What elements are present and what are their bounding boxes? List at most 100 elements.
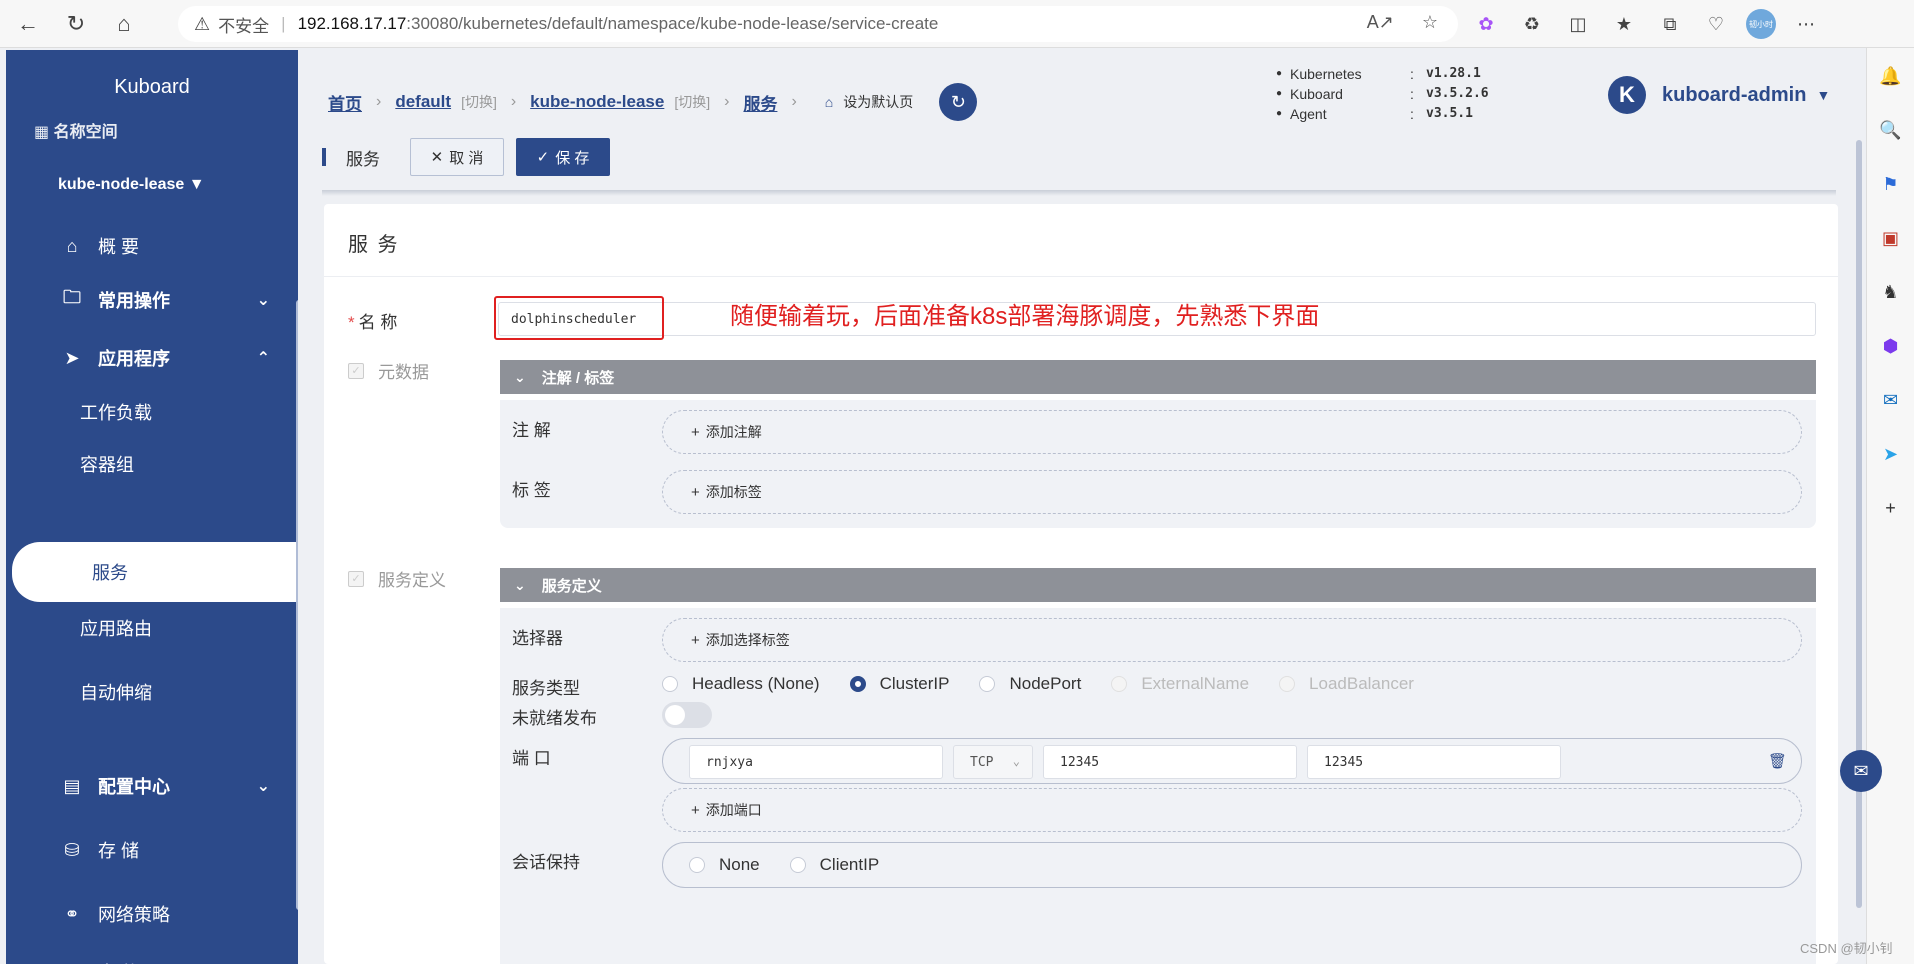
favorites-icon[interactable]: ★ (1608, 8, 1640, 40)
send-icon[interactable]: ➤ (1877, 440, 1905, 468)
plus-icon: + (691, 423, 700, 441)
port-name-input[interactable]: rnjxya (689, 745, 943, 779)
chess-icon[interactable]: ♞ (1877, 278, 1905, 306)
service-form-card: 服 务 * 名 称 dolphinscheduler 随便输着玩，后面准备k8s部… (324, 204, 1838, 964)
avatar: K (1608, 76, 1646, 114)
crumb-switch-cluster[interactable]: [切换] (461, 92, 497, 112)
radio-nodeport[interactable]: NodePort (979, 674, 1081, 694)
copilot-icon[interactable]: ✿ (1470, 8, 1502, 40)
outlook-icon[interactable]: ✉ (1877, 386, 1905, 414)
user-menu[interactable]: K kuboard-admin ▼ (1608, 76, 1830, 114)
set-default-page[interactable]: ⌂ 设为默认页 (825, 92, 913, 112)
shopping-tag-icon[interactable]: ⚑ (1877, 170, 1905, 198)
favorite-star-icon[interactable]: ☆ (1422, 12, 1438, 33)
sidebar-item-applications[interactable]: ➤ 应用程序 ⌃ (6, 336, 298, 380)
add-selector-button[interactable]: + 添加选择标签 (662, 618, 1802, 662)
meta-section-header[interactable]: ⌄ 注解 / 标签 (500, 360, 1816, 394)
close-icon: ✕ (430, 149, 444, 166)
extensions-icon[interactable]: ♻ (1516, 8, 1548, 40)
page-header: 首页 › default [切换] › kube-node-lease [切换]… (298, 50, 1866, 196)
namespace-heading: ▦ 名称空间 (34, 124, 118, 141)
metadata-checkbox: ✓ 元数据 (348, 358, 429, 383)
sidebar-item-services[interactable]: 服务 (12, 542, 298, 602)
sidebar-item-network-policy[interactable]: ⚭ 网络策略 (6, 892, 298, 936)
folder-icon: 🗀 (63, 287, 81, 307)
chevron-down-icon: ⌄ (256, 292, 270, 309)
home-icon[interactable]: ⌂ (104, 4, 144, 44)
url-path: :30080/kubernetes/default/namespace/kube… (406, 14, 939, 33)
add-icon[interactable]: + (1877, 494, 1905, 522)
chevron-up-icon: ⌃ (256, 350, 270, 367)
profile-avatar[interactable]: 韧小时 (1746, 9, 1776, 39)
port-row: rnjxya TCP ⌄ 12345 12345 🗑 (662, 738, 1802, 784)
annotations-label: 注 解 (512, 421, 551, 440)
url-host: 192.168.17.17 (297, 14, 407, 33)
sidebar-item-storage[interactable]: ⛁ 存 储 (6, 828, 298, 872)
crumb-switch-namespace[interactable]: [切换] (674, 92, 710, 112)
toolbox-icon[interactable]: ▣ (1877, 224, 1905, 252)
sidebar-item-pods[interactable]: 容器组 (6, 442, 298, 486)
user-name: kuboard-admin (1662, 83, 1807, 106)
content-scrollbar[interactable] (1856, 140, 1862, 908)
chat-icon[interactable]: ✉ (1840, 750, 1882, 792)
radio-session-clientip[interactable]: ClientIP (789, 855, 879, 875)
browser-sidebar: 🔔 🔍 ⚑ ▣ ♞ ⬢ ✉ ➤ + (1866, 48, 1914, 964)
selector-label: 选择器 (512, 629, 563, 648)
more-icon[interactable]: ⋯ (1790, 8, 1822, 40)
radio-session-none[interactable]: None (689, 855, 760, 875)
network-icon: ⚭ (64, 903, 80, 924)
refresh-button[interactable]: ↻ (939, 83, 978, 121)
sidebar-item-overview[interactable]: ⌂ 概 要 (6, 224, 298, 268)
name-label: * 名 称 (348, 313, 398, 332)
add-annotation-button[interactable]: + 添加注解 (662, 410, 1802, 454)
port-protocol-select[interactable]: TCP ⌄ (953, 745, 1033, 779)
browser-toolbar: ← ↻ ⌂ ⚠ 不安全 | 192.168.17.17:30080/kubern… (0, 0, 1914, 48)
save-button[interactable]: ✓ 保 存 (516, 138, 610, 176)
trash-icon[interactable]: 🗑 (1768, 752, 1787, 770)
bell-icon[interactable]: 🔔 (1877, 62, 1905, 90)
breadcrumb: 首页 › default [切换] › kube-node-lease [切换]… (328, 83, 978, 121)
office-icon[interactable]: ⬢ (1877, 332, 1905, 360)
unready-toggle[interactable] (662, 702, 712, 728)
sidebar-scrollbar[interactable] (296, 300, 298, 910)
sidebar-item-common-ops[interactable]: 🗀 常用操作 ⌄ (6, 278, 298, 322)
plus-icon: + (691, 801, 700, 819)
card-title: 服 务 (348, 234, 400, 256)
sidebar-item-workloads[interactable]: 工作负载 (6, 390, 298, 434)
plus-icon: + (691, 631, 700, 649)
back-icon[interactable]: ← (8, 4, 48, 44)
check-icon: ✓ (348, 362, 364, 379)
radio-headless[interactable]: Headless (None) (662, 674, 820, 694)
cancel-button[interactable]: ✕ 取 消 (410, 138, 504, 176)
crumb-cluster[interactable]: default (395, 92, 451, 112)
caret-down-icon: ▼ (1816, 87, 1831, 103)
sidebar-item-events[interactable]: ♨事 件 (6, 950, 298, 964)
reload-icon[interactable]: ↻ (56, 4, 96, 44)
address-bar[interactable]: ⚠ 不安全 | 192.168.17.17:30080/kubernetes/d… (178, 6, 1458, 42)
warning-icon: ⚠ (194, 13, 211, 34)
read-aloud-icon[interactable]: A↗ (1367, 12, 1394, 33)
database-icon: ⛁ (64, 839, 80, 860)
highlight-box (494, 296, 664, 340)
add-port-button[interactable]: + 添加端口 (662, 788, 1802, 832)
brand-logo: Kuboard (114, 76, 190, 98)
sidebar-item-ingress[interactable]: 应用路由 (6, 606, 298, 650)
search-icon[interactable]: 🔍 (1877, 116, 1905, 144)
collections-icon[interactable]: ⧉ (1654, 8, 1686, 40)
crumb-current[interactable]: 服务 (743, 90, 777, 115)
sidebar-item-autoscaling[interactable]: 自动伸缩 (6, 670, 298, 714)
namespace-select[interactable]: kube-node-lease ▼ (58, 176, 205, 194)
target-port-input[interactable]: 12345 (1307, 745, 1561, 779)
performance-icon[interactable]: ♡ (1700, 8, 1732, 40)
version-info: ● Kubernetes: v1.28.1 ● Kuboard: v3.5.2.6 ● A… (1276, 66, 1489, 122)
radio-clusterip[interactable]: ClusterIP (849, 674, 949, 694)
crumb-namespace[interactable]: kube-node-lease (530, 92, 664, 112)
port-input[interactable]: 12345 (1043, 745, 1297, 779)
split-screen-icon[interactable]: ◫ (1562, 8, 1594, 40)
sidebar-item-config[interactable]: ▤ 配置中心 ⌄ (6, 764, 298, 808)
crumb-home[interactable]: 首页 (328, 90, 362, 115)
svcdef-section-header[interactable]: ⌄ 服务定义 (500, 568, 1816, 602)
add-label-button[interactable]: + 添加标签 (662, 470, 1802, 514)
meta-section-body: 注 解 + 添加注解 标 签 + 添加标签 (500, 400, 1816, 528)
chevron-down-icon: ⌄ (1012, 754, 1020, 768)
